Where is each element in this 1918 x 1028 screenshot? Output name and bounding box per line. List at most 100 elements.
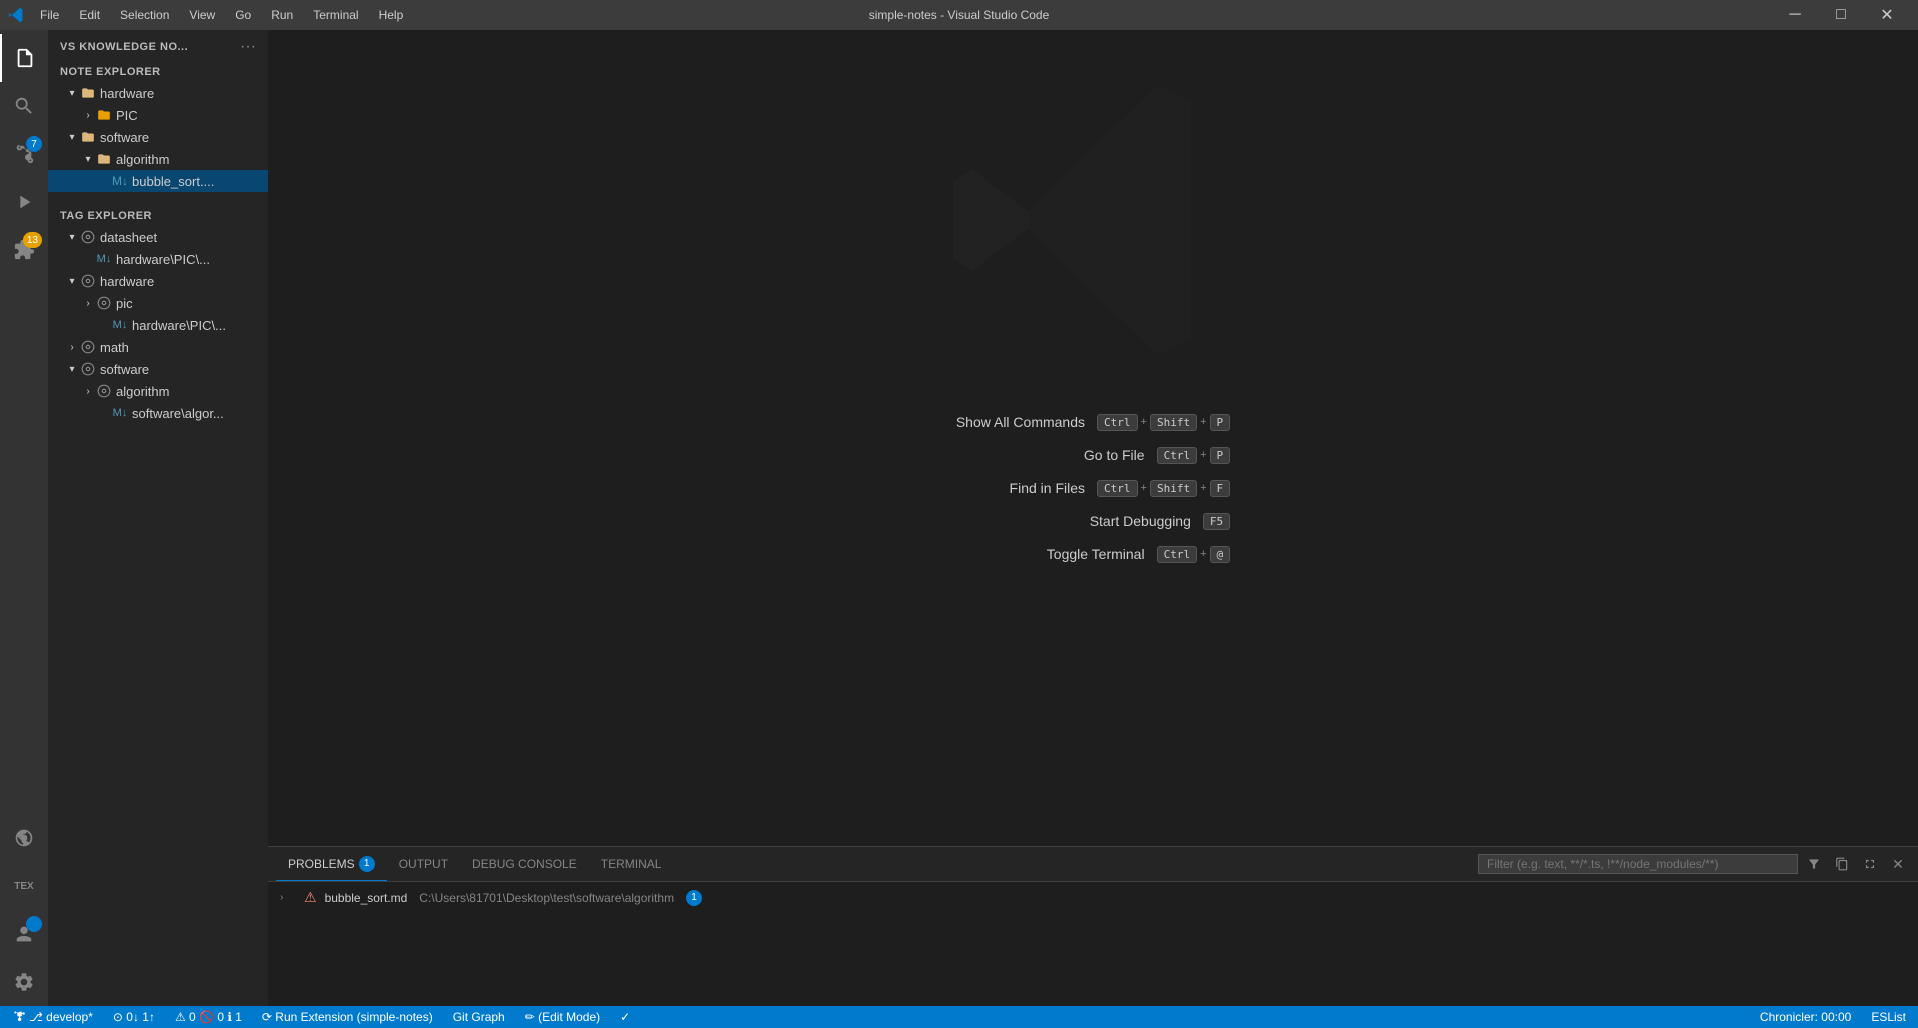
panel-expand-button[interactable]	[1858, 852, 1882, 876]
tree-item-algorithm[interactable]: algorithm	[48, 148, 268, 170]
panel-copy-button[interactable]	[1830, 852, 1854, 876]
status-errors[interactable]: ⚠ 0 🚫 0 ℹ 1	[171, 1006, 246, 1028]
label-algorithm: algorithm	[116, 152, 169, 167]
tag-explorer-header: TAG EXPLORER	[48, 204, 268, 226]
problem-expand-icon: ›	[280, 892, 296, 903]
status-bar-left: ⎇ develop* ⊙ 0↓ 1↑ ⚠ 0 🚫 0 ℹ 1 ⟳ Run Ext…	[8, 1006, 634, 1028]
menu-go[interactable]: Go	[227, 6, 259, 24]
status-sync[interactable]: ⊙ 0↓ 1↑	[109, 1006, 159, 1028]
titlebar: File Edit Selection View Go Run Terminal…	[0, 0, 1918, 30]
close-button[interactable]: ✕	[1864, 0, 1910, 30]
tree-item-tag-hardware[interactable]: hardware	[48, 270, 268, 292]
command-row-goto: Go to File Ctrl + P	[956, 447, 1230, 464]
status-run-ext[interactable]: ⟳ Run Extension (simple-notes)	[258, 1006, 437, 1028]
status-git-graph[interactable]: Git Graph	[449, 1006, 509, 1028]
status-eslist[interactable]: ESList	[1867, 1006, 1910, 1028]
tree-item-datasheet[interactable]: datasheet	[48, 226, 268, 248]
problem-count: 1	[686, 890, 702, 906]
tree-item-software[interactable]: software	[48, 126, 268, 148]
status-bar: ⎇ develop* ⊙ 0↓ 1↑ ⚠ 0 🚫 0 ℹ 1 ⟳ Run Ext…	[0, 1006, 1918, 1028]
file-bubble-sort-icon: M↓	[112, 173, 128, 189]
tree-item-tag-software[interactable]: software	[48, 358, 268, 380]
activity-source-control[interactable]: 7	[0, 130, 48, 178]
panel-tab-output-label: OUTPUT	[399, 857, 448, 871]
panel-close-button[interactable]: ✕	[1886, 852, 1910, 876]
panel-tabs-left: PROBLEMS 1 OUTPUT DEBUG CONSOLE TERMINAL	[276, 847, 673, 881]
tree-item-hw-pic[interactable]: M↓ hardware\PIC\...	[48, 248, 268, 270]
label-find-in-files: Find in Files	[1010, 480, 1085, 496]
kbd-goto: Ctrl + P	[1157, 447, 1231, 464]
status-sync-text: ⊙ 0↓ 1↑	[113, 1010, 155, 1024]
activity-settings[interactable]	[0, 958, 48, 1006]
panel-tab-problems-label: PROBLEMS	[288, 857, 355, 871]
menu-run[interactable]: Run	[263, 6, 301, 24]
panel-tab-problems[interactable]: PROBLEMS 1	[276, 847, 387, 881]
label-datasheet: datasheet	[100, 230, 157, 245]
status-chronicler[interactable]: Chronicler: 00:00	[1756, 1006, 1855, 1028]
maximize-button[interactable]: □	[1818, 0, 1864, 30]
tree-item-pic[interactable]: PIC	[48, 104, 268, 126]
label-software: software	[100, 130, 149, 145]
chevron-datasheet	[64, 229, 80, 245]
tree-item-hw-pic2[interactable]: M↓ hardware\PIC\...	[48, 314, 268, 336]
tag-math-icon	[80, 339, 96, 355]
kbd-ctrl3: Ctrl	[1097, 480, 1138, 497]
tree-item-sw-algor[interactable]: M↓ software\algor...	[48, 402, 268, 424]
chevron-tag-pic	[80, 295, 96, 311]
panel-filter-button[interactable]	[1802, 852, 1826, 876]
menu-edit[interactable]: Edit	[71, 6, 108, 24]
workspace-menu-button[interactable]: ···	[240, 38, 256, 56]
panel-tab-debug-console[interactable]: DEBUG CONSOLE	[460, 847, 589, 881]
tree-item-hardware[interactable]: hardware	[48, 82, 268, 104]
folder-hardware-icon	[80, 85, 96, 101]
kbd-plus6: +	[1200, 548, 1206, 560]
label-show-all-commands: Show All Commands	[956, 414, 1085, 430]
menu-file[interactable]: File	[32, 6, 67, 24]
panel-tab-debug-label: DEBUG CONSOLE	[472, 857, 577, 871]
label-start-debugging: Start Debugging	[1090, 513, 1191, 529]
label-pic: PIC	[116, 108, 138, 123]
minimize-button[interactable]: ─	[1772, 0, 1818, 30]
tree-item-bubble-sort[interactable]: M↓ bubble_sort....	[48, 170, 268, 192]
kbd-p1: P	[1210, 414, 1231, 431]
tree-item-tag-math[interactable]: math	[48, 336, 268, 358]
panel-tabs-right: ✕	[1478, 852, 1910, 876]
remote-icon	[14, 828, 34, 848]
menu-selection[interactable]: Selection	[112, 6, 177, 24]
status-branch[interactable]: ⎇ develop*	[8, 1006, 97, 1028]
tree-item-tag-pic[interactable]: pic	[48, 292, 268, 314]
problem-item[interactable]: › ⚠ bubble_sort.md C:\Users\81701\Deskto…	[276, 886, 1910, 909]
status-check[interactable]: ✓	[616, 1006, 634, 1028]
status-edit-mode[interactable]: ✏ (Edit Mode)	[521, 1006, 604, 1028]
activity-remote[interactable]	[0, 814, 48, 862]
tag-software-icon	[80, 361, 96, 377]
branch-icon	[12, 1010, 26, 1024]
activity-explorer[interactable]	[0, 34, 48, 82]
label-tag-math: math	[100, 340, 129, 355]
activity-run-debug[interactable]	[0, 178, 48, 226]
file-hw-pic2-icon: M↓	[112, 317, 128, 333]
tag-algorithm-icon	[96, 383, 112, 399]
activity-extensions[interactable]: 13	[0, 226, 48, 274]
label-tag-pic: pic	[116, 296, 133, 311]
menu-view[interactable]: View	[181, 6, 223, 24]
panel-filter-input[interactable]	[1478, 854, 1798, 874]
problems-badge: 1	[359, 856, 375, 872]
panel-tab-output[interactable]: OUTPUT	[387, 847, 460, 881]
kbd-at: @	[1210, 546, 1231, 563]
problem-error-icon: ⚠	[304, 889, 317, 906]
activity-tex[interactable]: TEX	[0, 862, 48, 910]
activity-account[interactable]	[0, 910, 48, 958]
sidebar-workspace-header: VS KNOWLEDGE NO... ···	[48, 30, 268, 60]
activity-bar: 7 13 TEX	[0, 30, 48, 1006]
kbd-p2: P	[1210, 447, 1231, 464]
kbd-find: Ctrl + Shift + F	[1097, 480, 1230, 497]
main-layout: 7 13 TEX	[0, 30, 1918, 1006]
sidebar: VS KNOWLEDGE NO... ··· NOTE EXPLORER har…	[48, 30, 268, 1006]
menu-terminal[interactable]: Terminal	[305, 6, 366, 24]
tree-item-tag-algorithm[interactable]: algorithm	[48, 380, 268, 402]
menu-help[interactable]: Help	[371, 6, 412, 24]
status-edit-mode-text: ✏ (Edit Mode)	[525, 1010, 600, 1024]
activity-search[interactable]	[0, 82, 48, 130]
panel-tab-terminal[interactable]: TERMINAL	[589, 847, 674, 881]
